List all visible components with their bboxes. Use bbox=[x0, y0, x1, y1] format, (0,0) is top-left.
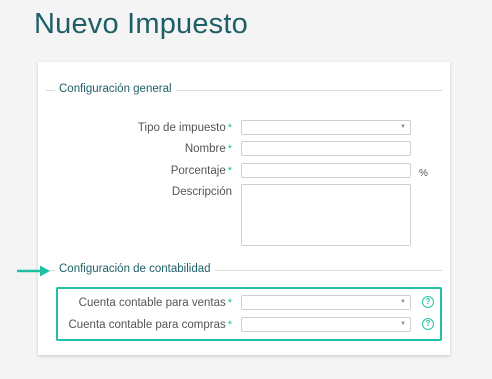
chevron-down-icon: ▼ bbox=[400, 124, 406, 130]
tax-type-label: Tipo de impuesto * bbox=[137, 122, 232, 134]
percentage-input[interactable] bbox=[241, 163, 411, 178]
arrow-right-icon bbox=[17, 265, 50, 277]
required-asterisk-icon: * bbox=[227, 122, 232, 134]
accounting-section: Configuración de contabilidad bbox=[46, 263, 442, 275]
percent-unit: % bbox=[419, 168, 428, 179]
accounting-section-legend: Configuración de contabilidad bbox=[55, 263, 215, 275]
name-label: Nombre * bbox=[184, 143, 232, 155]
description-textarea[interactable] bbox=[241, 184, 411, 246]
general-section-legend: Configuración general bbox=[55, 83, 176, 95]
required-asterisk-icon: * bbox=[227, 165, 232, 177]
tax-type-select[interactable]: ▼ bbox=[241, 120, 411, 135]
general-section: Configuración general bbox=[46, 83, 442, 95]
required-asterisk-icon: * bbox=[227, 143, 232, 155]
percentage-label: Porcentaje * bbox=[170, 165, 232, 177]
name-input[interactable] bbox=[241, 141, 411, 156]
page-title: Nuevo Impuesto bbox=[34, 8, 248, 40]
description-label: Descripción bbox=[171, 186, 232, 198]
accounting-highlight-box bbox=[56, 287, 442, 341]
